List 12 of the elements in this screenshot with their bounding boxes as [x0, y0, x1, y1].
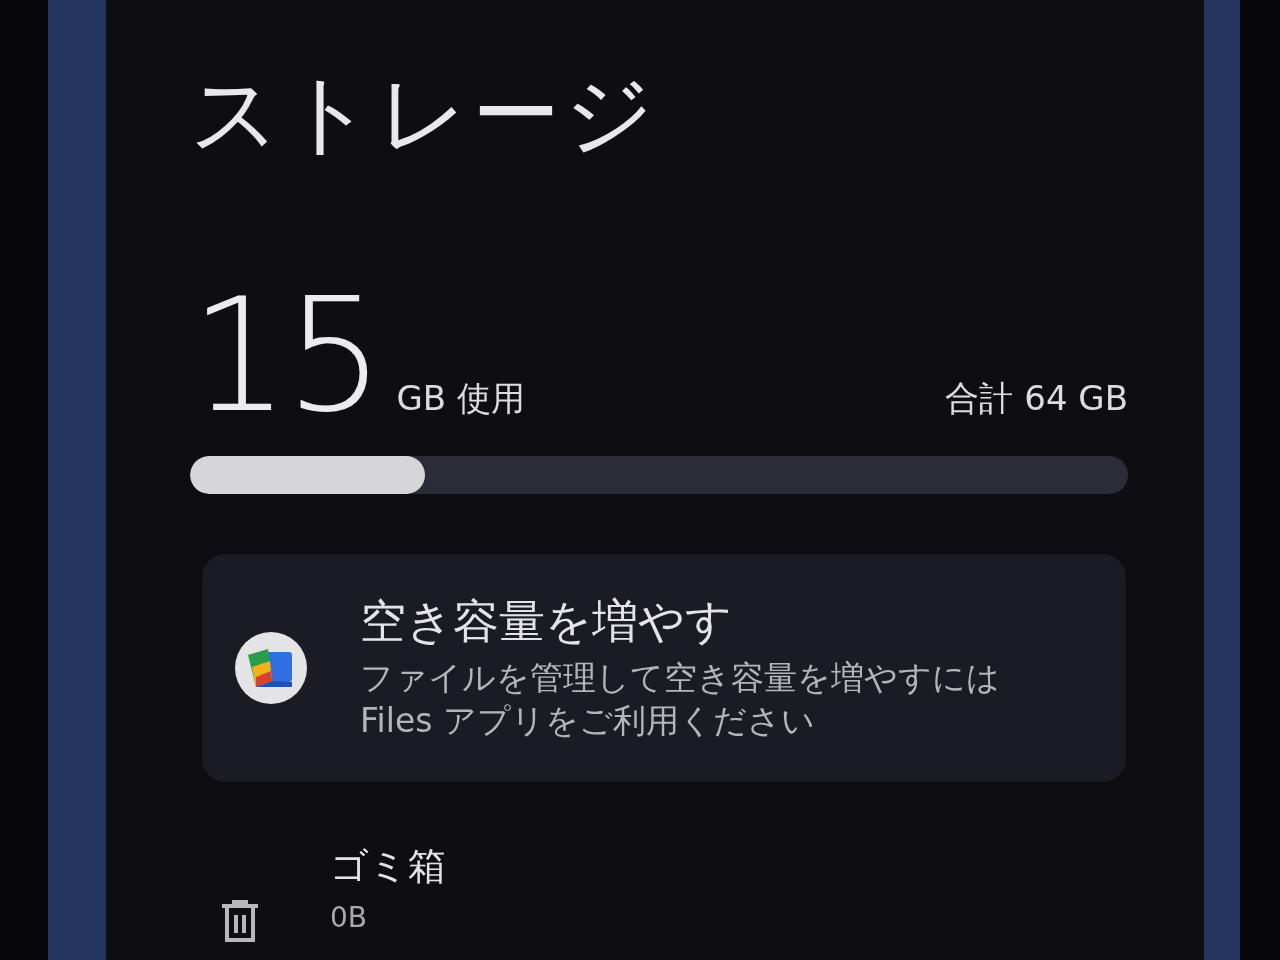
trash-row[interactable]: ゴミ箱 0B — [190, 844, 1128, 944]
trash-icon — [220, 900, 260, 944]
used-unit: GB 使用 — [396, 381, 525, 415]
page-title: ストレージ — [190, 70, 659, 158]
total-capacity: 合計 64 GB — [945, 381, 1128, 415]
trash-size: 0B — [330, 902, 369, 934]
files-app-icon — [234, 631, 308, 705]
used-value: 15 — [190, 278, 381, 434]
free-up-space-card[interactable]: 空き容量を増やす ファイルを管理して空き容量を増やすには Files アプリをご利用ください — [202, 554, 1126, 782]
card-title: 空き容量を増やす — [360, 594, 733, 648]
card-description: ファイルを管理して空き容量を増やすには Files アプリをご利用ください — [360, 657, 1001, 742]
trash-label: ゴミ箱 — [330, 844, 446, 888]
